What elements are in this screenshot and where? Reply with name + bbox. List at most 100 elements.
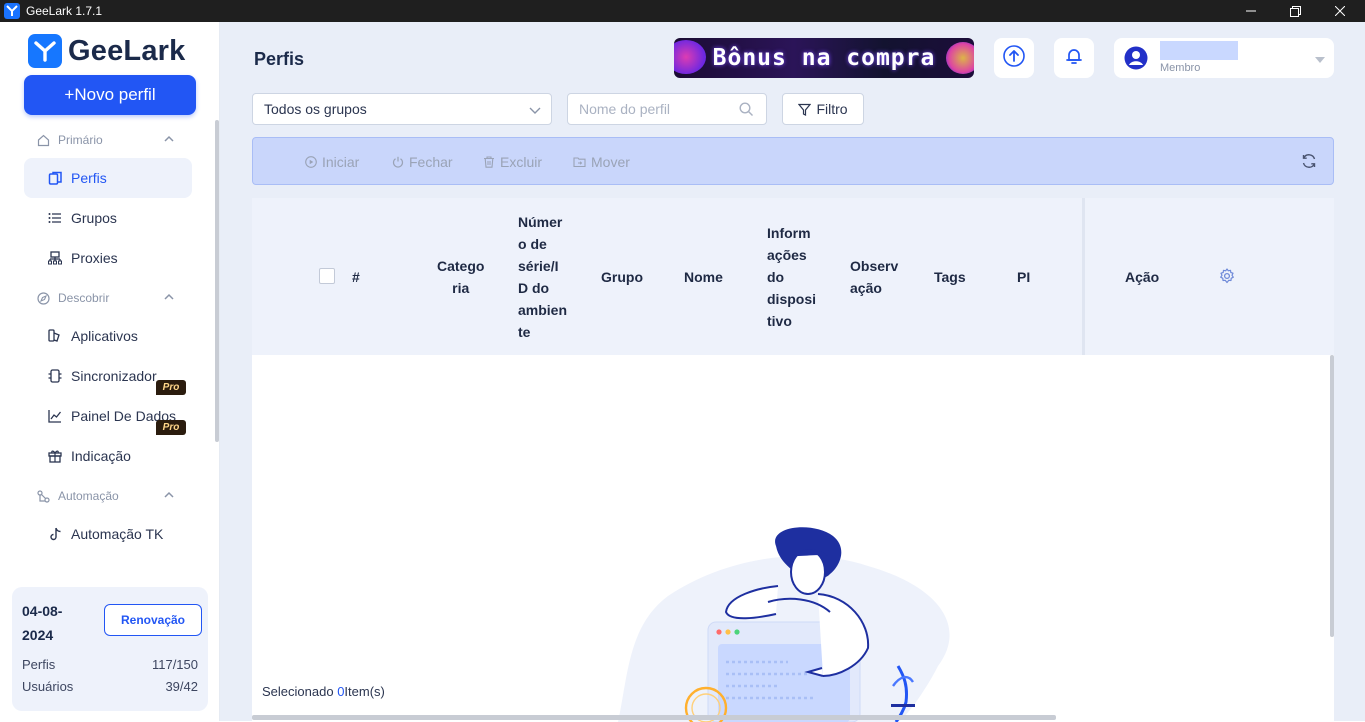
table-scrollbar[interactable]	[1330, 355, 1334, 637]
move-button[interactable]: Mover	[573, 154, 630, 170]
power-icon	[392, 156, 404, 168]
plan-users-label: Usuários	[22, 679, 74, 694]
sidebar-item-tk-automation[interactable]: Automação TK	[24, 514, 192, 554]
selected-prefix: Selecionado	[262, 684, 334, 699]
column-header-category[interactable]: Catego ria	[437, 198, 497, 355]
sidebar-item-referral[interactable]: Indicação	[24, 436, 192, 476]
pro-badge: Pro	[156, 380, 186, 395]
chevron-down-icon	[1314, 52, 1326, 70]
promo-banner[interactable]: Bônus na compra	[674, 38, 974, 78]
column-header-tags[interactable]: Tags	[934, 198, 966, 355]
chevron-up-icon[interactable]	[164, 291, 174, 305]
filter-icon	[798, 103, 812, 116]
sidebar-item-label: Perfis	[71, 170, 107, 186]
plan-profiles-label: Perfis	[22, 657, 56, 672]
selected-count-label: Selecionado 0Item(s)	[262, 684, 385, 699]
close-profile-button[interactable]: Fechar	[392, 154, 453, 170]
pro-badge: Pro	[156, 420, 186, 435]
column-header-notes-label: Observ ação	[850, 257, 899, 296]
user-menu[interactable]: Membro	[1114, 38, 1334, 78]
plan-card: 04-08-2024 Renovação Perfis 117/150 Usuá…	[12, 587, 208, 711]
table-horizontal-scrollbar[interactable]	[252, 715, 1056, 720]
start-button[interactable]: Iniciar	[305, 154, 359, 170]
plan-profiles-row: Perfis 117/150	[22, 657, 198, 672]
sidebar-item-proxies[interactable]: Proxies	[24, 238, 192, 278]
main-content: Perfis Bônus na compra Membro Todos os g…	[220, 22, 1365, 722]
close-label: Fechar	[409, 154, 453, 170]
chevron-up-icon[interactable]	[164, 133, 174, 147]
upload-button[interactable]	[994, 38, 1034, 78]
select-all-checkbox[interactable]	[319, 268, 335, 284]
column-header-number: #	[352, 268, 360, 285]
user-role: Membro	[1160, 62, 1201, 74]
apps-icon	[47, 328, 63, 344]
gift-icon	[47, 448, 63, 464]
sidebar-item-label: Grupos	[71, 210, 117, 226]
plan-profiles-value: 117/150	[151, 657, 198, 672]
chevron-down-icon	[529, 103, 541, 119]
column-header-ip[interactable]: PI	[1017, 198, 1030, 355]
start-label: Iniciar	[322, 154, 360, 170]
column-header-device-info-label: Inform ações do disposi tivo	[767, 224, 817, 329]
geelark-logo-icon	[28, 34, 62, 68]
column-header-notes[interactable]: Observ ação	[850, 198, 912, 355]
section-discover[interactable]: Descobrir	[24, 283, 192, 313]
delete-button[interactable]: Excluir	[483, 154, 542, 170]
plan-users-row: Usuários 39/42	[22, 679, 198, 694]
minimize-icon[interactable]	[1228, 0, 1274, 22]
column-header-serial-label: Númer o de série/I D do ambien te	[518, 213, 568, 340]
section-primary[interactable]: Primário	[24, 125, 192, 155]
renew-button[interactable]: Renovação	[104, 604, 202, 636]
chart-icon	[47, 408, 63, 424]
sidebar-item-profiles[interactable]: Perfis	[24, 158, 192, 198]
window-titlebar: GeeLark 1.7.1	[0, 0, 1365, 22]
section-automation[interactable]: Automação	[24, 481, 192, 511]
sidebar-item-groups[interactable]: Grupos	[24, 198, 192, 238]
sync-icon	[47, 368, 63, 384]
profiles-table: # Catego ria Númer o de série/I D do amb…	[252, 198, 1334, 722]
chevron-up-icon[interactable]	[164, 489, 174, 503]
promo-banner-text: Bônus na compra	[712, 45, 936, 71]
restore-icon[interactable]	[1272, 0, 1318, 22]
column-settings-gear-icon[interactable]	[1219, 268, 1235, 290]
close-icon[interactable]	[1317, 0, 1363, 22]
sidebar-scrollbar[interactable]	[215, 120, 219, 442]
move-label: Mover	[591, 154, 630, 170]
filter-button[interactable]: Filtro	[782, 93, 864, 125]
profile-search-input[interactable]	[579, 101, 729, 117]
search-icon[interactable]	[739, 102, 754, 122]
tiktok-icon	[47, 526, 63, 542]
new-profile-button[interactable]: +Novo perfil	[24, 75, 196, 115]
sidebar-item-label: Indicação	[71, 448, 131, 464]
column-header-group[interactable]: Grupo	[601, 198, 643, 355]
upload-icon	[1003, 44, 1025, 72]
sidebar-item-label: Sincronizador	[71, 368, 157, 384]
filter-label: Filtro	[816, 101, 848, 117]
window-title: GeeLark 1.7.1	[26, 4, 103, 18]
profile-search[interactable]	[567, 93, 767, 125]
page-title: Perfis	[254, 49, 305, 69]
column-header-action: Ação	[1125, 268, 1160, 285]
section-automation-label: Automação	[58, 489, 119, 503]
section-primary-label: Primário	[58, 133, 103, 147]
column-header-category-label: Catego ria	[437, 257, 485, 296]
batch-toolbar: Iniciar Fechar Excluir Mover	[252, 137, 1334, 185]
app-logo-icon	[4, 3, 20, 19]
folder-icon	[573, 156, 586, 168]
network-icon	[47, 250, 63, 266]
plan-expiry-date: 04-08-2024	[22, 603, 63, 643]
home-icon	[36, 133, 50, 147]
column-header-device-info[interactable]: Inform ações do disposi tivo	[767, 198, 829, 355]
refresh-icon[interactable]	[1301, 153, 1317, 174]
sidebar-item-apps[interactable]: Aplicativos	[24, 316, 192, 356]
bell-icon	[1064, 46, 1084, 71]
empty-state-illustration	[618, 527, 950, 722]
column-header-name[interactable]: Nome	[684, 198, 723, 355]
notifications-button[interactable]	[1054, 38, 1094, 78]
group-select[interactable]: Todos os grupos	[252, 93, 552, 125]
brand-name: GeeLark	[68, 34, 186, 67]
sidebar: GeeLark +Novo perfil Primário Perfis Gru…	[0, 22, 220, 721]
column-header-serial[interactable]: Númer o de série/I D do ambien te	[518, 198, 578, 355]
table-header: # Catego ria Númer o de série/I D do amb…	[252, 198, 1334, 355]
profiles-icon	[47, 170, 63, 186]
